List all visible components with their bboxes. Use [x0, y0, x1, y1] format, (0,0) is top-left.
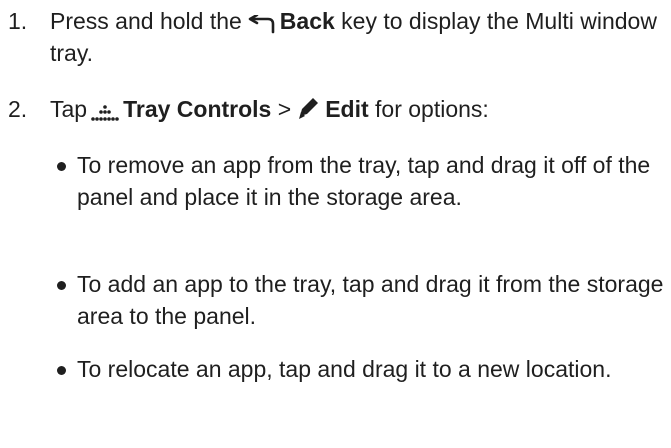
- instructions-document: 1. Press and hold the Back key to display…: [0, 0, 671, 448]
- list-item-text: To relocate an app, tap and drag it to a…: [77, 356, 612, 382]
- list-item-text: To add an app to the tray, tap and drag …: [77, 271, 664, 329]
- bullet-dot: [57, 281, 66, 290]
- back-arrow-icon: [246, 11, 276, 34]
- tray-controls-label: Tray Controls: [123, 96, 272, 122]
- step-text-after: for options:: [375, 96, 489, 122]
- edit-label: Edit: [325, 96, 369, 122]
- step-text-before: Press and hold the: [50, 8, 242, 34]
- edit-pencil-icon: [295, 95, 321, 121]
- bullet-dot: [57, 162, 66, 171]
- back-key-label: Back: [279, 8, 335, 34]
- list-item-text: To remove an app from the tray, tap and …: [77, 152, 651, 210]
- bullet-dot: [57, 366, 66, 375]
- step-number: 1.: [8, 8, 28, 34]
- step-number: 2.: [8, 96, 28, 122]
- tray-controls-dots-icon: [91, 99, 119, 121]
- menu-separator: >: [277, 96, 292, 122]
- step-text: Tap Tray Controls > Edit for options:: [50, 93, 665, 125]
- step-text: Press and hold the Back key to display th…: [50, 5, 665, 69]
- step-text-before: Tap: [50, 96, 88, 122]
